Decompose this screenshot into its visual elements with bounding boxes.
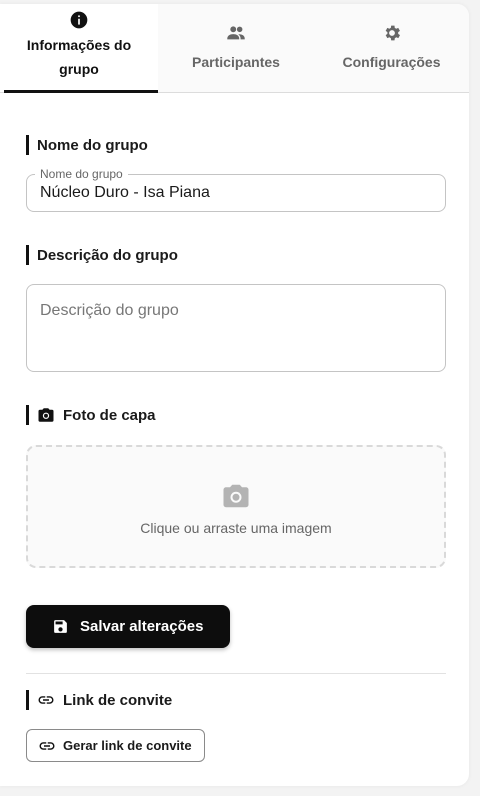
info-icon [68,9,90,31]
save-changes-button[interactable]: Salvar alterações [26,605,230,648]
section-name-title: Nome do grupo [37,136,148,154]
section-cover-title: Foto de capa [63,406,156,424]
group-name-field[interactable]: Nome do grupo Núcleo Duro - Isa Piana [26,167,446,212]
link-icon [38,737,56,755]
tab-participants-label: Participantes [192,54,280,70]
camera-icon [37,406,55,424]
dropzone-hint: Clique ou arraste uma imagem [140,520,332,536]
tab-settings-label: Configurações [342,54,441,70]
section-invite-header: Link de convite [26,690,172,710]
save-changes-label: Salvar alterações [80,618,204,635]
group-name-floating-label: Nome do grupo [35,167,128,181]
link-icon [37,691,55,709]
section-accent-bar [26,690,29,710]
section-accent-bar [26,135,29,155]
divider [26,673,446,674]
generate-invite-link-label: Gerar link de convite [63,738,192,753]
active-tab-indicator [4,90,158,93]
people-icon [225,22,247,44]
section-description-header: Descrição do grupo [26,245,178,265]
tab-bar: Informações do grupo Participantes Config… [0,4,469,93]
section-description-title: Descrição do grupo [37,246,178,264]
group-name-value[interactable]: Núcleo Duro - Isa Piana [40,184,210,202]
tab-group-info[interactable]: Informações do grupo [0,4,158,93]
save-icon [52,618,70,636]
section-accent-bar [26,245,29,265]
group-description-placeholder: Descrição do grupo [40,302,179,319]
section-invite-title: Link de convite [63,691,173,709]
generate-invite-link-button[interactable]: Gerar link de convite [26,729,205,762]
section-accent-bar [26,405,29,425]
tab-participants[interactable]: Participantes [158,4,314,92]
tab-settings[interactable]: Configurações [314,4,469,92]
section-cover-header: Foto de capa [26,405,156,425]
group-settings-card: Informações do grupo Participantes Config… [0,4,469,786]
cover-image-dropzone[interactable]: Clique ou arraste uma imagem [26,445,446,568]
section-name-header: Nome do grupo [26,135,148,155]
group-description-field[interactable]: Descrição do grupo [26,284,446,372]
tab-group-info-label: Informações do grupo [26,37,132,77]
camera-icon [221,481,251,511]
gear-icon [381,22,403,44]
